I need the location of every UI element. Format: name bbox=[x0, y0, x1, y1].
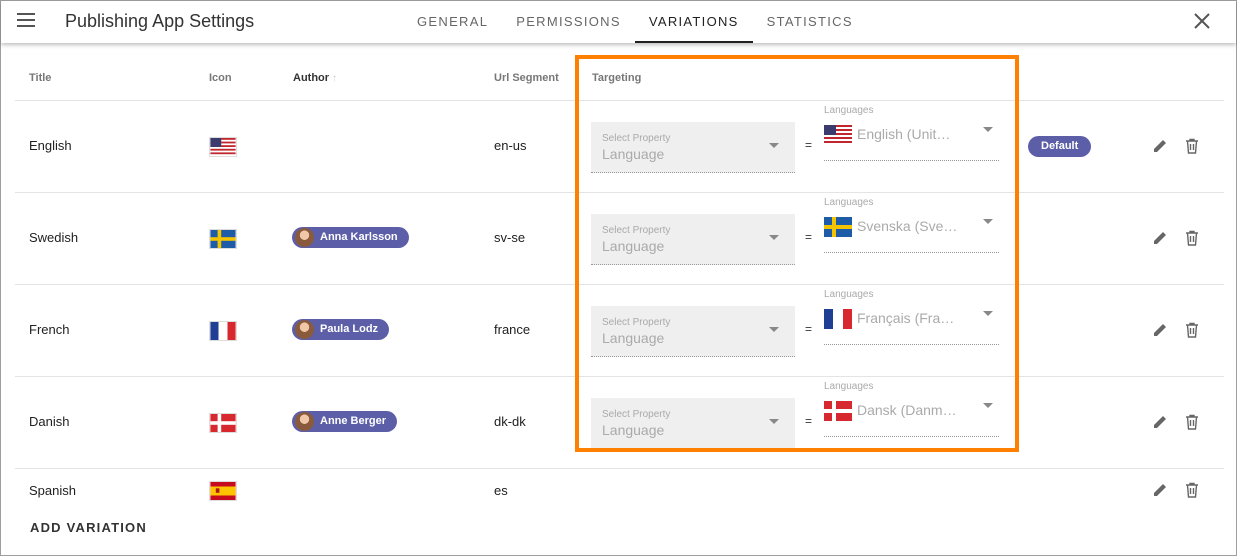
row-url-segment: es bbox=[494, 483, 508, 498]
tab-general[interactable]: GENERAL bbox=[403, 1, 502, 43]
row-title: Danish bbox=[29, 414, 70, 429]
spain-flag-icon bbox=[209, 481, 237, 501]
tab-permissions[interactable]: PERMISSIONS bbox=[502, 1, 635, 43]
avatar bbox=[295, 228, 314, 247]
us-flag-icon bbox=[209, 137, 237, 157]
row-title: French bbox=[29, 322, 70, 337]
sweden-flag-icon bbox=[209, 229, 237, 249]
app-header: Publishing App Settings GENERAL PERMISSI… bbox=[1, 1, 1236, 43]
trash-delete-icon[interactable] bbox=[1184, 482, 1200, 498]
pencil-edit-icon[interactable] bbox=[1152, 230, 1168, 246]
author-name: Anne Berger bbox=[320, 415, 387, 427]
author-chip: Paula Lodz bbox=[292, 319, 390, 340]
row-title: Swedish bbox=[29, 230, 79, 245]
avatar bbox=[295, 320, 314, 339]
column-header-icon[interactable]: Icon bbox=[209, 72, 232, 84]
column-header-author[interactable]: Author ↑ bbox=[293, 72, 337, 84]
pencil-edit-icon[interactable] bbox=[1152, 414, 1168, 430]
tab-bar: GENERAL PERMISSIONS VARIATIONS STATISTIC… bbox=[403, 1, 867, 43]
row-title: Spanish bbox=[29, 483, 76, 498]
pencil-edit-icon[interactable] bbox=[1152, 482, 1168, 498]
denmark-flag-icon bbox=[209, 413, 237, 433]
trash-delete-icon[interactable] bbox=[1184, 230, 1200, 246]
default-badge: Default bbox=[1028, 136, 1092, 157]
row-url-segment: dk-dk bbox=[494, 414, 526, 429]
tab-variations[interactable]: VARIATIONS bbox=[634, 1, 753, 43]
column-header-url-segment[interactable]: Url Segment bbox=[494, 72, 559, 84]
trash-delete-icon[interactable] bbox=[1184, 138, 1200, 154]
pencil-edit-icon[interactable] bbox=[1152, 138, 1168, 154]
row-url-segment: en-us bbox=[494, 138, 527, 153]
author-chip: Anna Karlsson bbox=[292, 227, 409, 248]
author-name: Anna Karlsson bbox=[320, 231, 398, 243]
sort-arrow-icon: ↑ bbox=[332, 73, 338, 84]
trash-delete-icon[interactable] bbox=[1184, 414, 1200, 430]
author-name: Paula Lodz bbox=[320, 323, 379, 335]
author-chip: Anne Berger bbox=[292, 411, 398, 432]
hamburger-menu-icon[interactable] bbox=[17, 13, 37, 29]
close-icon[interactable] bbox=[1192, 11, 1212, 31]
trash-delete-icon[interactable] bbox=[1184, 322, 1200, 338]
row-title: English bbox=[29, 138, 72, 153]
row-url-segment: sv-se bbox=[494, 230, 526, 245]
france-flag-icon bbox=[209, 321, 237, 341]
tab-statistics[interactable]: STATISTICS bbox=[753, 1, 867, 43]
row-url-segment: france bbox=[494, 322, 531, 337]
add-variation-button[interactable]: ADD VARIATION bbox=[30, 520, 147, 535]
targeting-highlight-box bbox=[575, 55, 1019, 452]
pencil-edit-icon[interactable] bbox=[1152, 322, 1168, 338]
page-title: Publishing App Settings bbox=[65, 11, 255, 31]
column-header-author-label: Author bbox=[293, 72, 330, 84]
avatar bbox=[295, 412, 314, 431]
table-row: Spanish es bbox=[15, 469, 1224, 509]
column-header-title[interactable]: Title bbox=[29, 72, 51, 84]
